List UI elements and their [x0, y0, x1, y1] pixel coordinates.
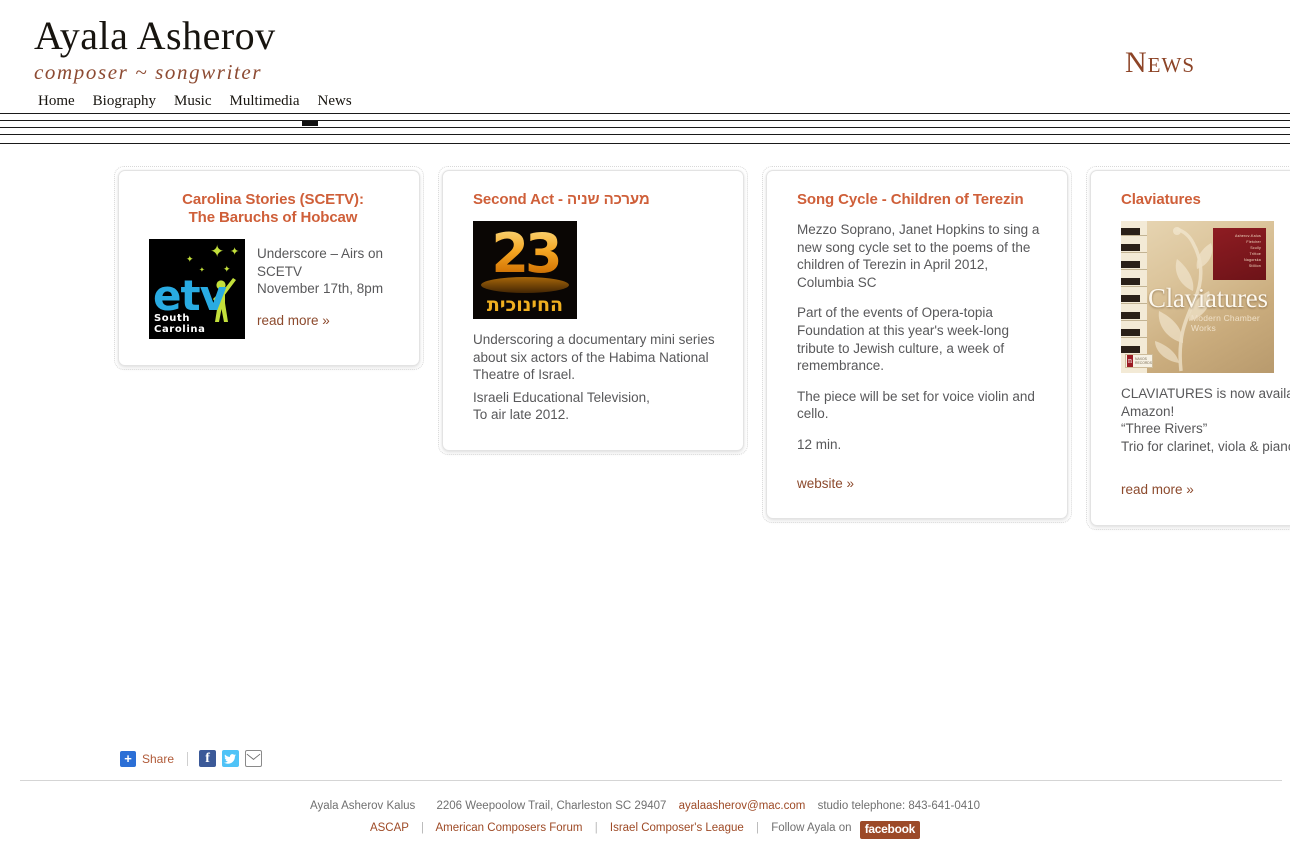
footer-follow-text: Follow Ayala on — [771, 822, 852, 834]
read-more-link[interactable]: read more » — [257, 312, 330, 329]
footer-link-israel-composers-league[interactable]: Israel Composer's League — [610, 822, 744, 834]
footer-email-link[interactable]: ayalaasherov@mac.com — [679, 800, 806, 812]
footer-link-ascap[interactable]: ASCAP — [370, 822, 409, 834]
nav-item-music[interactable]: Music — [174, 92, 212, 110]
news-card-second-act[interactable]: Second Act - מערכה שניה 23 החינוכית Unde… — [438, 166, 748, 455]
footer-separator: | — [420, 822, 424, 834]
channel-hebrew-name: החינוכית — [486, 294, 564, 316]
channel-number: 23 — [473, 223, 577, 285]
card-body: Underscoring a documentary mini series a… — [473, 331, 721, 424]
footer-address: 2206 Weepoolow Trail, Charleston SC 2940… — [436, 800, 667, 812]
card-title: Second Act - מערכה שניה — [473, 191, 650, 208]
composer-names: Asherov-Kalus Fletcher Scully Trittoe Na… — [1235, 233, 1261, 269]
site-footer: Ayala Asherov Kalus 2206 Weepoolow Trail… — [0, 796, 1290, 839]
body-line: CLAVIATURES is now available — [1121, 386, 1290, 401]
page-title: News — [1125, 46, 1195, 79]
staff-note-marker — [302, 121, 318, 126]
staff-line-2 — [0, 120, 1290, 121]
share-bar: + Share f — [120, 750, 263, 767]
footer-link-american-composers-forum[interactable]: American Composers Forum — [436, 822, 583, 834]
body-line: November 17th, 8pm — [257, 281, 384, 297]
body-paragraph: Underscoring a documentary mini series a… — [473, 332, 715, 383]
body-paragraph: Part of the events of Opera-topia Founda… — [797, 305, 1009, 374]
composers-panel: Asherov-Kalus Fletcher Scully Trittoe Na… — [1213, 228, 1266, 280]
nav-item-news[interactable]: News — [318, 92, 352, 110]
body-line: Trio for clarinet, viola & piano — [1121, 438, 1290, 454]
brand-tagline: composer ~ songwriter — [34, 60, 263, 84]
website-link[interactable]: website » — [797, 475, 854, 492]
star-icon: ✦ — [186, 254, 194, 264]
news-card-carolina-stories[interactable]: Carolina Stories (SCETV): The Baruchs of… — [114, 166, 424, 370]
footer-separator: | — [594, 822, 598, 834]
share-label[interactable]: Share — [142, 751, 174, 767]
star-icon: ✦ — [210, 242, 225, 261]
nav-item-multimedia[interactable]: Multimedia — [230, 92, 300, 110]
body-paragraph: Mezzo Soprano, Janet Hopkins to sing a n… — [797, 222, 1040, 290]
body-line: Underscore – Airs on — [257, 246, 384, 261]
etv-logo-caption: South Carolina — [154, 313, 206, 335]
footer-contact-line: Ayala Asherov Kalus 2206 Weepoolow Trail… — [0, 796, 1290, 817]
etv-logotype: etv — [153, 271, 227, 320]
body-line: “Three Rivers” — [1121, 421, 1208, 437]
nav-item-home[interactable]: Home — [38, 92, 75, 110]
twitter-bird-glyph — [224, 754, 237, 764]
share-divider — [187, 751, 189, 766]
body-paragraph: 12 min. — [797, 436, 842, 452]
naxos-label-logo: n NAXOS RECORDS — [1125, 354, 1153, 368]
label-initial: n — [1127, 355, 1134, 367]
israeli-educational-tv-channel-23-logo: 23 החינוכית — [473, 221, 577, 319]
facebook-badge[interactable]: facebook — [859, 821, 921, 839]
footer-links-line: ASCAP | American Composers Forum | Israe… — [0, 818, 1290, 839]
etv-south-carolina-logo: ✦ ✦ ✦ ✦ ✦ etv South Carolina — [149, 239, 245, 339]
logo-arc-decoration — [481, 277, 569, 293]
brand-name: Ayala Asherov — [34, 13, 276, 58]
card-title: Carolina Stories (SCETV): The Baruchs of… — [149, 191, 397, 227]
star-icon: ✦ — [230, 246, 240, 258]
card-title-line2: The Baruchs of Hobcaw — [188, 209, 358, 226]
footer-name: Ayala Asherov Kalus — [310, 800, 416, 812]
staff-line-4 — [0, 134, 1290, 135]
label-wordmark: NAXOS RECORDS — [1135, 357, 1152, 365]
claviatures-album-cover: Asherov-Kalus Fletcher Scully Trittoe Na… — [1121, 221, 1274, 373]
news-card-claviatures[interactable]: Claviatures Asherov-Kalus Fletcher Scull… — [1086, 166, 1290, 530]
body-line: Israeli Educational Television, — [473, 389, 650, 405]
footer-divider — [20, 780, 1282, 781]
card-body: CLAVIATURES is now available Amazon! “Th… — [1121, 385, 1290, 499]
card-body: Mezzo Soprano, Janet Hopkins to sing a n… — [797, 221, 1045, 492]
nav-item-biography[interactable]: Biography — [93, 92, 156, 110]
news-page: Ayala Asherov composer ~ songwriter News… — [0, 0, 1290, 860]
card-content-row: ✦ ✦ ✦ ✦ ✦ etv South Carolina Underscore … — [149, 239, 397, 339]
footer-phone: studio telephone: 843-641-0410 — [817, 800, 980, 812]
facebook-icon[interactable]: f — [199, 750, 217, 767]
envelope-glyph — [246, 753, 261, 760]
card-title: Claviatures — [1121, 191, 1201, 208]
addthis-plus-icon[interactable]: + — [120, 750, 136, 767]
staff-line-5 — [0, 143, 1290, 144]
body-paragraph: The piece will be set for voice violin a… — [797, 388, 1035, 422]
album-subtitle: Modern Chamber Works — [1191, 313, 1260, 333]
main-nav: Home Biography Music Multimedia News — [38, 92, 352, 110]
news-card-list: Carolina Stories (SCETV): The Baruchs of… — [0, 165, 1290, 530]
staff-line-3 — [0, 127, 1290, 128]
twitter-icon[interactable] — [222, 750, 240, 767]
site-header: Ayala Asherov composer ~ songwriter News… — [0, 0, 1290, 144]
footer-separator: | — [755, 822, 759, 834]
news-card-song-cycle-terezin[interactable]: Song Cycle - Children of Terezin Mezzo S… — [762, 165, 1072, 524]
composer-name: Stillion — [1248, 264, 1261, 268]
body-line: Amazon! — [1121, 403, 1175, 419]
card-title-line1: Carolina Stories (SCETV): — [182, 191, 364, 208]
card-title: Song Cycle - Children of Terezin — [797, 191, 1024, 208]
music-staff-decoration — [0, 113, 1290, 151]
card-body: Underscore – Airs on SCETV November 17th… — [257, 239, 383, 329]
body-line: To air late 2012. — [473, 407, 570, 423]
email-icon[interactable] — [245, 750, 263, 767]
site-brand[interactable]: Ayala Asherov composer ~ songwriter — [34, 14, 276, 85]
read-more-link[interactable]: read more » — [1121, 481, 1194, 498]
body-line: SCETV — [257, 263, 303, 279]
staff-line-1 — [0, 113, 1290, 114]
album-title: Claviatures — [1148, 283, 1268, 313]
